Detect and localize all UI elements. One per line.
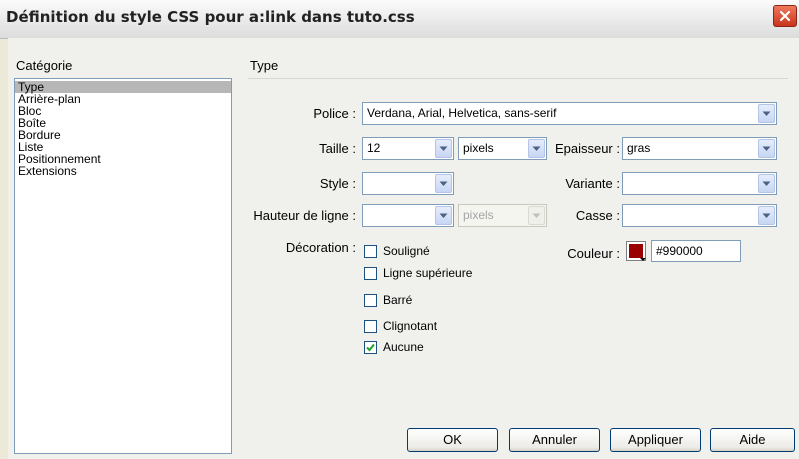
font-family-select[interactable]: Verdana, Arial, Helvetica, sans-serif — [362, 102, 777, 125]
ok-button[interactable]: OK — [407, 428, 498, 452]
font-style-label: Style : — [319, 176, 356, 191]
category-item-extensions[interactable]: Extensions — [15, 165, 231, 177]
dropdown-arrow-icon — [758, 206, 775, 225]
decoration-underline-label: Souligné — [383, 244, 430, 258]
swatch-arrow-icon — [640, 258, 646, 261]
line-height-select[interactable] — [362, 204, 454, 227]
font-size-select[interactable]: 12 — [362, 137, 454, 160]
dropdown-arrow-icon — [435, 139, 452, 158]
font-family-value: Verdana, Arial, Helvetica, sans-serif — [367, 106, 557, 120]
font-weight-value: gras — [627, 141, 651, 155]
close-icon — [779, 10, 791, 22]
line-height-unit-value: pixels — [463, 208, 494, 222]
font-variant-select[interactable] — [622, 172, 777, 195]
category-list[interactable]: Type Arrière-plan Bloc Boîte Bordure Lis… — [14, 78, 232, 454]
font-family-label: Police : — [313, 106, 356, 121]
cancel-button[interactable]: Annuler — [509, 428, 600, 452]
dropdown-arrow-icon — [528, 206, 545, 225]
font-variant-label: Variante : — [565, 176, 620, 191]
panel-title: Type — [250, 58, 279, 73]
title-bar[interactable]: Définition du style CSS pour a:link dans… — [0, 0, 799, 39]
dropdown-arrow-icon — [435, 174, 452, 193]
font-size-unit-value: pixels — [463, 141, 494, 155]
font-weight-label: Epaisseur : — [554, 141, 620, 156]
color-swatch-fill — [629, 244, 643, 258]
font-size-label: Taille : — [319, 141, 356, 156]
checkbox-box[interactable] — [364, 294, 377, 307]
checkmark-icon — [366, 343, 375, 352]
color-hex-input[interactable]: #990000 — [651, 240, 741, 262]
font-size-unit-select[interactable]: pixels — [458, 137, 547, 160]
line-height-unit-select: pixels — [458, 204, 547, 227]
font-size-value: 12 — [367, 141, 381, 155]
dropdown-arrow-icon — [528, 139, 545, 158]
decoration-overline-label: Ligne supérieure — [383, 266, 473, 280]
decoration-blink-label: Clignotant — [383, 319, 438, 333]
decoration-none-label: Aucune — [383, 340, 424, 354]
dropdown-arrow-icon — [758, 174, 775, 193]
decoration-strikethrough-label: Barré — [383, 293, 413, 307]
category-item-block[interactable]: Bloc — [15, 105, 231, 117]
font-style-select[interactable] — [362, 172, 454, 195]
line-height-label: Hauteur de ligne : — [253, 208, 356, 223]
dialog-window: Définition du style CSS pour a:link dans… — [0, 0, 799, 459]
decoration-label: Décoration : — [285, 240, 356, 255]
help-button[interactable]: Aide — [710, 428, 795, 452]
checkbox-box[interactable] — [364, 245, 377, 258]
dropdown-arrow-icon — [435, 206, 452, 225]
checkbox-box[interactable] — [364, 320, 377, 333]
category-item-border[interactable]: Bordure — [15, 129, 231, 141]
font-weight-select[interactable]: gras — [622, 137, 777, 160]
close-button[interactable] — [773, 5, 797, 27]
category-item-background[interactable]: Arrière-plan — [15, 93, 231, 105]
dropdown-arrow-icon — [758, 104, 775, 123]
checkbox-box[interactable] — [364, 341, 377, 354]
category-header: Catégorie — [16, 58, 73, 73]
text-transform-label: Casse : — [575, 208, 620, 223]
dropdown-arrow-icon — [758, 139, 775, 158]
color-label: Couleur : — [567, 246, 620, 261]
color-hex-value: #990000 — [656, 244, 703, 258]
window-title: Définition du style CSS pour a:link dans… — [6, 8, 415, 26]
checkbox-box[interactable] — [364, 267, 377, 280]
color-picker-swatch[interactable] — [626, 241, 646, 261]
text-transform-select[interactable] — [622, 204, 777, 227]
panel-divider — [248, 78, 788, 79]
apply-button[interactable]: Appliquer — [610, 428, 701, 452]
